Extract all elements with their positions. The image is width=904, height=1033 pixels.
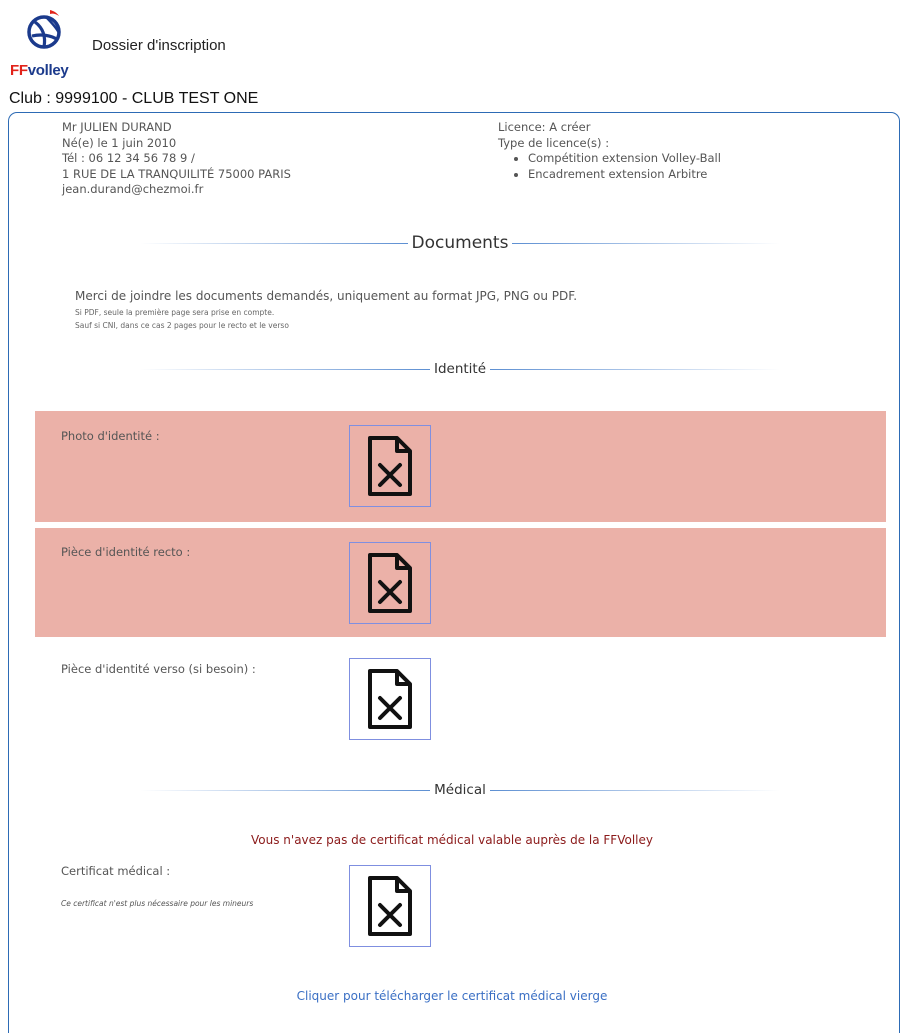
- logo-volley-text: volley: [27, 62, 69, 79]
- licence-type-item: Encadrement extension Arbitre: [528, 167, 721, 183]
- person-birth: Né(e) le 1 juin 2010: [62, 135, 177, 150]
- documents-title: Documents: [411, 233, 509, 253]
- documents-section-title: Documents: [140, 233, 780, 253]
- ffvolley-logo: FFvolley: [8, 6, 78, 80]
- licence-status: Licence: A créer: [498, 120, 591, 134]
- upload-id-front-button[interactable]: [349, 542, 431, 624]
- file-missing-icon: [368, 436, 412, 496]
- divider: [140, 789, 431, 791]
- divider: [512, 242, 780, 244]
- document-row-photo: Photo d'identité :: [35, 411, 886, 522]
- logo-ff-text: FF: [10, 62, 28, 79]
- person-address: 1 RUE DE LA TRANQUILITÉ 75000 PARIS: [62, 166, 291, 181]
- licence-type-label: Type de licence(s) :: [498, 135, 610, 150]
- document-label: Photo d'identité :: [61, 429, 160, 443]
- person-phone: Tél : 06 12 34 56 78 9 /: [62, 151, 195, 165]
- document-label: Pièce d'identité recto :: [61, 545, 191, 559]
- divider: [489, 789, 781, 791]
- person-info: Mr JULIEN DURAND Né(e) le 1 juin 2010 Té…: [62, 120, 291, 198]
- person-name: Mr JULIEN DURAND: [62, 120, 172, 134]
- medical-cert-label: Certificat médical :: [61, 864, 171, 878]
- volleyball-logo-icon: [27, 10, 61, 49]
- identite-title: Identité: [433, 361, 487, 377]
- person-email: jean.durand@chezmoi.fr: [62, 182, 204, 196]
- divider: [490, 368, 780, 370]
- file-missing-icon: [368, 669, 412, 729]
- divider: [140, 242, 408, 244]
- identite-section-title: Identité: [140, 361, 780, 377]
- documents-intro: Merci de joindre les documents demandés,…: [75, 289, 578, 303]
- medical-cert-note: Ce certificat n'est plus nécessaire pour…: [61, 899, 254, 908]
- licence-info: Licence: A créer Type de licence(s) : Co…: [498, 120, 721, 182]
- document-row-id-back: Pièce d'identité verso (si besoin) :: [35, 645, 886, 750]
- document-label: Pièce d'identité verso (si besoin) :: [61, 662, 256, 676]
- documents-note-pdf: Si PDF, seule la première page sera pris…: [75, 308, 275, 317]
- app-title: Dossier d'inscription: [92, 37, 226, 54]
- club-title: Club : 9999100 - CLUB TEST ONE: [9, 90, 259, 107]
- medical-warning: Vous n'avez pas de certificat médical va…: [251, 833, 653, 847]
- licence-type-list: Compétition extension Volley-Ball Encadr…: [498, 151, 721, 182]
- upload-photo-button[interactable]: [349, 425, 431, 507]
- medical-section-title: Médical: [140, 782, 781, 798]
- upload-medical-cert-button[interactable]: [349, 865, 431, 947]
- upload-id-back-button[interactable]: [349, 658, 431, 740]
- document-row-id-front: Pièce d'identité recto :: [35, 528, 886, 637]
- file-missing-icon: [368, 553, 412, 613]
- divider: [140, 368, 430, 370]
- page-header: FFvolley Dossier d'inscription Club : 99…: [0, 0, 904, 110]
- medical-title: Médical: [434, 782, 486, 798]
- documents-note-cni: Sauf si CNI, dans ce cas 2 pages pour le…: [75, 321, 289, 330]
- file-missing-icon: [368, 876, 412, 936]
- ffvolley-wordmark: FFvolley: [10, 62, 69, 79]
- download-blank-cert-link[interactable]: Cliquer pour télécharger le certificat m…: [0, 989, 904, 1003]
- licence-type-item: Compétition extension Volley-Ball: [528, 151, 721, 167]
